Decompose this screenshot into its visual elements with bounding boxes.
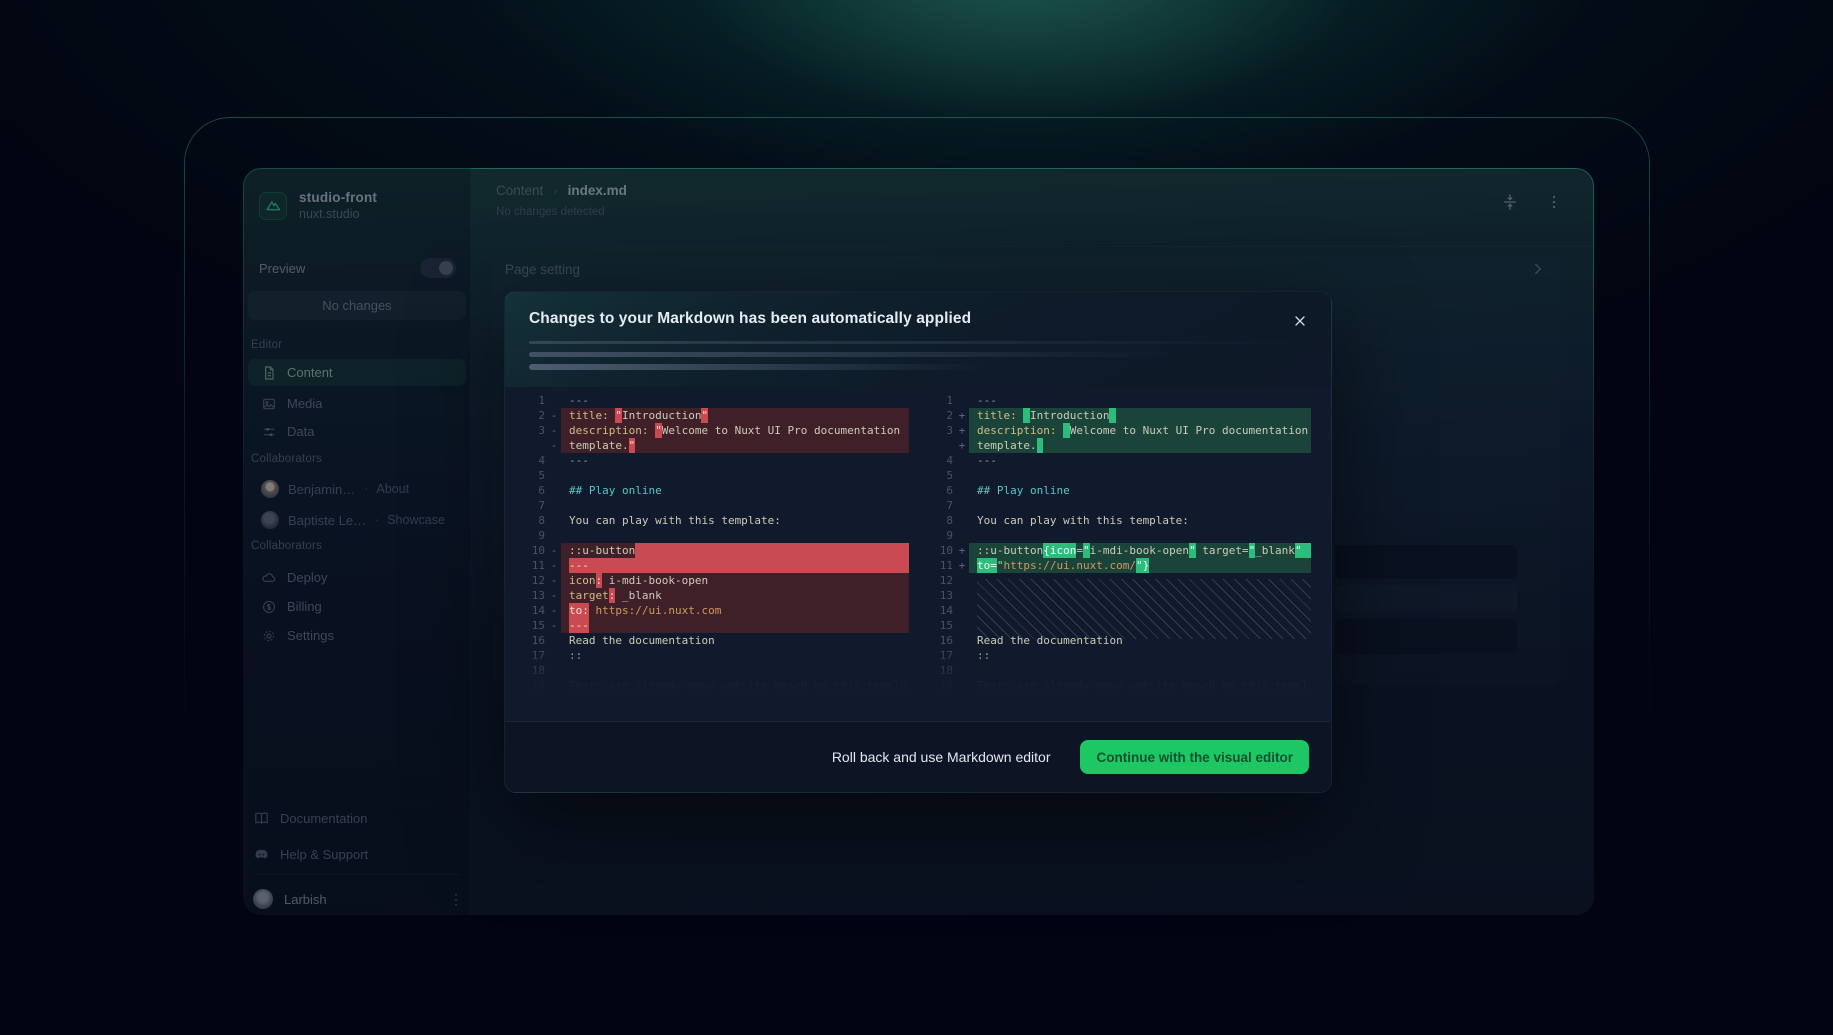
diff-row: 9 — [517, 528, 909, 543]
diff-row: 6## Play online — [517, 483, 909, 498]
diff-row: 9 — [925, 528, 1311, 543]
diff-row: 2-title: "Introduction" — [517, 408, 909, 423]
diff-row: -template." — [517, 438, 909, 453]
diff-pane-modified: 1---2+title: Introduction 3+description:… — [925, 393, 1311, 693]
diff-row: 15---- — [517, 618, 909, 633]
diff-row: 1--- — [925, 393, 1311, 408]
diff-row: 10-::u-button — [517, 543, 909, 558]
diff-row: 1--- — [517, 393, 909, 408]
diff-row: 5 — [925, 468, 1311, 483]
diff-row: 18 — [925, 663, 1311, 678]
diff-row: 7 — [925, 498, 1311, 513]
empty-lines-hatch — [977, 579, 1311, 639]
rollback-button[interactable]: Roll back and use Markdown editor — [832, 749, 1051, 765]
continue-visual-editor-button[interactable]: Continue with the visual editor — [1080, 740, 1309, 774]
diff-row: 19There are already many website based o… — [925, 678, 1311, 693]
skeleton-line — [529, 352, 1177, 357]
page: studio-front nuxt.studio Preview No chan… — [0, 0, 1833, 1035]
diff-row: 4--- — [925, 453, 1311, 468]
modal-footer: Roll back and use Markdown editor Contin… — [505, 721, 1331, 792]
diff-row: 8You can play with this template: — [925, 513, 1311, 528]
diff-view[interactable]: 1---2-title: "Introduction"3-description… — [505, 387, 1331, 721]
diff-row: +template. — [925, 438, 1311, 453]
diff-row: 6## Play online — [925, 483, 1311, 498]
diff-row: 10+::u-button{icon="i-mdi-book-open" tar… — [925, 543, 1311, 558]
close-icon[interactable] — [1285, 306, 1315, 336]
markdown-changes-modal: Changes to your Markdown has been automa… — [504, 291, 1332, 793]
diff-row: 14-to: https://ui.nuxt.com — [517, 603, 909, 618]
diff-row: 18 — [517, 663, 909, 678]
diff-row: 17:: — [925, 648, 1311, 663]
diff-row: 19There are already many website based o… — [517, 678, 909, 693]
diff-row: 2+title: Introduction — [925, 408, 1311, 423]
skeleton-line — [529, 341, 1309, 344]
diff-row: 13-target: _blank — [517, 588, 909, 603]
diff-row: 4--- — [517, 453, 909, 468]
diff-row: 17:: — [517, 648, 909, 663]
diff-row: 3-description: "Welcome to Nuxt UI Pro d… — [517, 423, 909, 438]
diff-row: 11---- — [517, 558, 909, 573]
skeleton-line — [529, 364, 984, 370]
diff-row: 5 — [517, 468, 909, 483]
diff-row: 8You can play with this template: — [517, 513, 909, 528]
diff-row: 11+to="https://ui.nuxt.com/"} — [925, 558, 1311, 573]
diff-row: 7 — [517, 498, 909, 513]
diff-pane-original: 1---2-title: "Introduction"3-description… — [517, 393, 909, 693]
diff-row: 3+description: Welcome to Nuxt UI Pro do… — [925, 423, 1311, 438]
diff-row: 12-icon: i-mdi-book-open — [517, 573, 909, 588]
modal-title: Changes to your Markdown has been automa… — [529, 310, 971, 328]
diff-row: 16Read the documentation — [517, 633, 909, 648]
